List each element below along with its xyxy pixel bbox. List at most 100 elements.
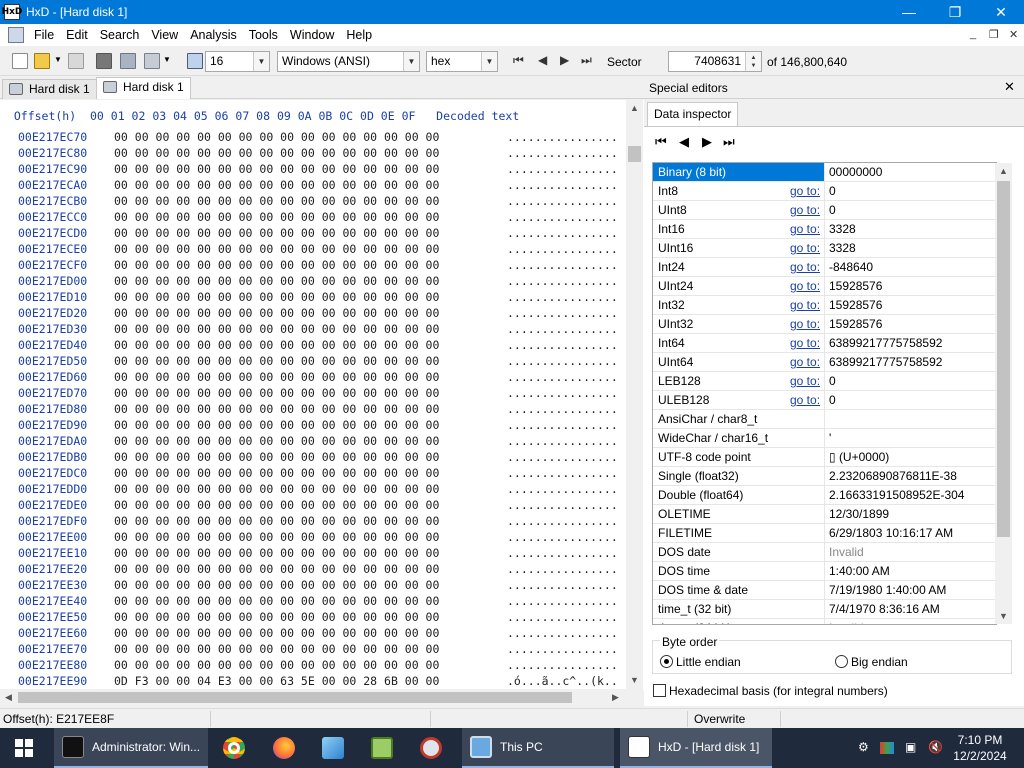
- inspector-row[interactable]: Single (float32) 2.23206890876811E-38: [653, 467, 996, 486]
- inspector-value[interactable]: 63899217775758592: [829, 355, 942, 369]
- goto-link[interactable]: go to:: [790, 393, 820, 407]
- inspector-row[interactable]: AnsiChar / char8_t: [653, 410, 996, 429]
- scroll-down-icon[interactable]: ▼: [999, 611, 1008, 621]
- inspector-row[interactable]: ULEB128 go to: 0: [653, 391, 996, 410]
- inspector-value[interactable]: Invalid: [829, 621, 864, 624]
- menu-search[interactable]: Search: [94, 28, 146, 42]
- close-panel-icon[interactable]: ✕: [1004, 79, 1015, 95]
- properties-icon[interactable]: [120, 53, 136, 69]
- minimize-button[interactable]: —: [886, 0, 932, 24]
- scroll-down-icon[interactable]: ▼: [630, 675, 639, 685]
- save-icon[interactable]: [68, 53, 84, 69]
- first-sector-icon[interactable]: ⏮: [513, 53, 524, 68]
- inspector-value[interactable]: 0: [829, 393, 836, 407]
- inspector-value[interactable]: -848640: [829, 260, 873, 274]
- inspector-value[interactable]: 12/30/1899: [829, 507, 889, 521]
- hex-editor[interactable]: Offset(h) 00 01 02 03 04 05 06 07 08 09 …: [0, 100, 644, 690]
- inspector-row[interactable]: DOS time & date 7/19/1980 1:40:00 AM: [653, 581, 996, 600]
- menu-file[interactable]: File: [28, 28, 60, 42]
- inspector-scrollbar[interactable]: ▲ ▼: [995, 163, 1012, 624]
- inspector-value[interactable]: 0: [829, 203, 836, 217]
- tab-hard-disk-1[interactable]: Hard disk 1: [2, 79, 97, 99]
- goto-link[interactable]: go to:: [790, 260, 820, 274]
- inspector-value[interactable]: 6/29/1803 10:16:17 AM: [829, 526, 953, 540]
- inspector-value[interactable]: 00000000: [829, 165, 882, 179]
- sector-spinner[interactable]: ▲ ▼: [745, 52, 761, 71]
- hex-horizontal-scrollbar[interactable]: ◀ ▶: [0, 689, 626, 706]
- new-file-icon[interactable]: [12, 53, 28, 69]
- next-sector-icon[interactable]: ▶: [560, 53, 569, 67]
- inspector-row[interactable]: time_t (32 bit) 7/4/1970 8:36:16 AM: [653, 600, 996, 619]
- goto-link[interactable]: go to:: [790, 279, 820, 293]
- tab-hard-disk-1-active[interactable]: Hard disk 1: [96, 77, 191, 99]
- inspector-value[interactable]: 2.16633191508952E-304: [829, 488, 964, 502]
- inspector-row[interactable]: DOS date Invalid: [653, 543, 996, 562]
- system-clock[interactable]: 7:10 PM 12/2/2024: [952, 732, 1008, 764]
- inspector-value[interactable]: 15928576: [829, 279, 882, 293]
- inspector-value[interactable]: 1:40:00 AM: [829, 564, 890, 578]
- little-endian-radio[interactable]: [660, 655, 673, 668]
- scroll-right-icon[interactable]: ▶: [612, 692, 619, 703]
- chevron-down-icon[interactable]: ▼: [481, 52, 497, 71]
- inspector-value[interactable]: 7/4/1970 8:36:16 AM: [829, 602, 940, 616]
- previous-sector-icon[interactable]: ◀: [538, 53, 547, 67]
- chevron-down-icon[interactable]: ▼: [253, 52, 269, 71]
- close-file-icon[interactable]: [96, 53, 112, 69]
- menu-help[interactable]: Help: [340, 28, 378, 42]
- inspector-row[interactable]: UInt16 go to: 3328: [653, 239, 996, 258]
- inspector-row[interactable]: UInt8 go to: 0: [653, 201, 996, 220]
- hex-basis-label[interactable]: Hexadecimal basis (for integral numbers): [669, 684, 888, 698]
- goto-link[interactable]: go to:: [790, 374, 820, 388]
- charset-select[interactable]: Windows (ANSI) ▼: [277, 51, 420, 72]
- inspector-value[interactable]: 3328: [829, 241, 856, 255]
- taskbar-item-app[interactable]: [322, 728, 352, 768]
- goto-link[interactable]: go to:: [790, 203, 820, 217]
- inspector-row[interactable]: Int64 go to: 63899217775758592: [653, 334, 996, 353]
- scroll-thumb[interactable]: [18, 692, 572, 703]
- document-icon[interactable]: [8, 27, 24, 43]
- menu-analysis[interactable]: Analysis: [184, 28, 243, 42]
- scroll-up-icon[interactable]: ▲: [999, 166, 1008, 176]
- menu-edit[interactable]: Edit: [60, 28, 94, 42]
- inspector-row[interactable]: Int24 go to: -848640: [653, 258, 996, 277]
- inspector-value[interactable]: 7/19/1980 1:40:00 AM: [829, 583, 946, 597]
- taskbar-item-notepad[interactable]: [371, 728, 401, 768]
- inspector-row[interactable]: UTF-8 code point ▯ (U+0000): [653, 448, 996, 467]
- little-endian-label[interactable]: Little endian: [676, 655, 741, 669]
- color-app-icon[interactable]: [880, 742, 894, 754]
- inspector-value[interactable]: Invalid: [829, 545, 864, 559]
- goto-link[interactable]: go to:: [790, 336, 820, 350]
- inspector-row[interactable]: Int32 go to: 15928576: [653, 296, 996, 315]
- taskbar-item-this-pc[interactable]: This PC: [462, 728, 614, 768]
- chevron-down-icon[interactable]: ▼: [163, 55, 171, 71]
- chevron-down-icon[interactable]: ▼: [54, 55, 62, 71]
- menu-view[interactable]: View: [145, 28, 184, 42]
- scroll-left-icon[interactable]: ◀: [5, 692, 12, 703]
- inspector-row[interactable]: UInt64 go to: 63899217775758592: [653, 353, 996, 372]
- inspector-value[interactable]: 63899217775758592: [829, 336, 942, 350]
- inspector-row[interactable]: UInt32 go to: 15928576: [653, 315, 996, 334]
- inspector-value[interactable]: 15928576: [829, 317, 882, 331]
- scroll-thumb[interactable]: [628, 146, 641, 162]
- mdi-close-button[interactable]: ✕: [1009, 28, 1018, 41]
- inspector-value[interactable]: ▯ (U+0000): [829, 450, 889, 464]
- inspector-row[interactable]: FILETIME 6/29/1803 10:16:17 AM: [653, 524, 996, 543]
- inspector-row[interactable]: time_t (64 bit) Invalid: [653, 619, 996, 624]
- next-icon[interactable]: ▶: [702, 134, 712, 150]
- goto-link[interactable]: go to:: [790, 241, 820, 255]
- taskbar-item-firefox[interactable]: [273, 728, 303, 768]
- start-button[interactable]: [0, 728, 48, 768]
- tab-data-inspector[interactable]: Data inspector: [647, 102, 739, 126]
- inspector-row[interactable]: UInt24 go to: 15928576: [653, 277, 996, 296]
- scroll-up-icon[interactable]: ▲: [630, 103, 639, 113]
- inspector-row[interactable]: Int8 go to: 0: [653, 182, 996, 201]
- goto-link[interactable]: go to:: [790, 298, 820, 312]
- inspector-row[interactable]: Binary (8 bit) 00000000: [653, 163, 996, 182]
- volume-muted-icon[interactable]: 🔇: [928, 740, 943, 754]
- previous-icon[interactable]: ◀: [679, 134, 689, 150]
- inspector-value[interactable]: 3328: [829, 222, 856, 236]
- network-icon[interactable]: ⚙: [858, 740, 869, 754]
- data-inspector-grid[interactable]: Binary (8 bit) 00000000 Int8 go to: 0 UInt8 go…: [652, 162, 997, 625]
- hex-vertical-scrollbar[interactable]: ▲ ▼: [626, 100, 643, 690]
- hex-basis-checkbox[interactable]: [653, 684, 666, 697]
